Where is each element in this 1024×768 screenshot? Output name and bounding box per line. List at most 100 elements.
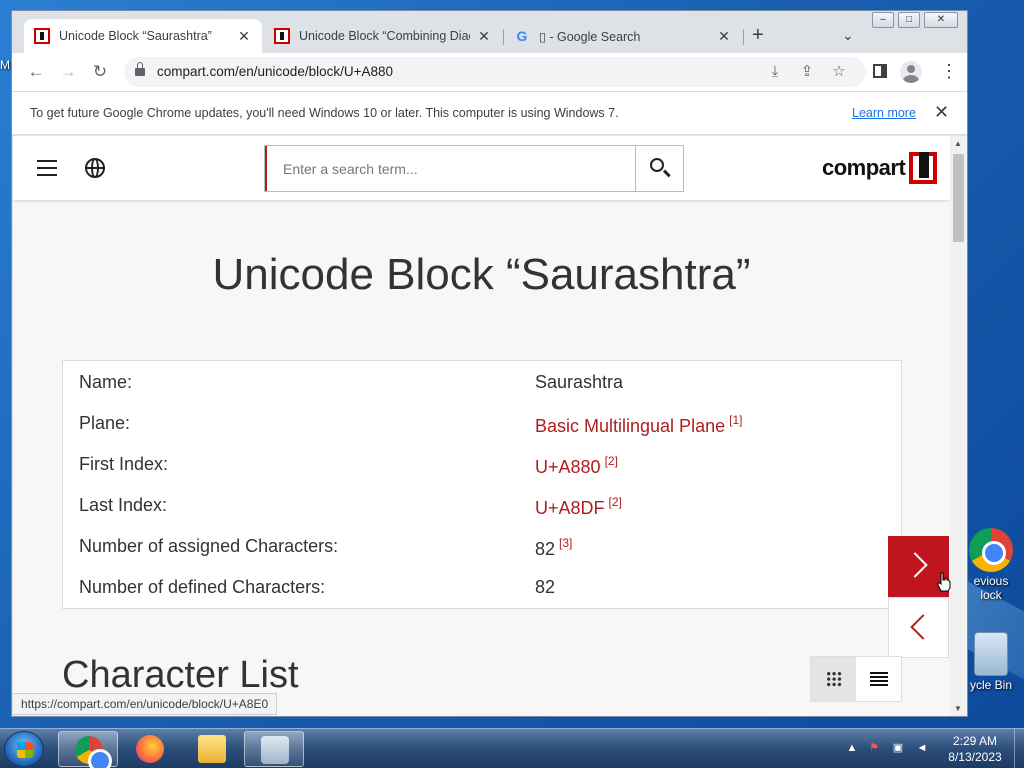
lock-icon[interactable] [135, 62, 145, 76]
scroll-up-icon[interactable]: ▲ [954, 139, 962, 148]
tray-expand-icon[interactable]: ▲ [845, 741, 859, 755]
clock-time: 2:29 AM [952, 734, 998, 748]
close-tab-icon[interactable]: ✕ [476, 28, 492, 45]
info-key: Number of defined Characters: [79, 577, 326, 597]
taskbar: ▲ ⚑ ▣ ◄ 2:29 AM 8/13/2023 [0, 728, 1024, 768]
new-tab-button[interactable]: + [752, 25, 764, 45]
start-button[interactable] [4, 731, 44, 767]
network-icon[interactable]: ▣ [891, 741, 905, 755]
taskbar-chrome[interactable] [58, 731, 118, 768]
profile-avatar-icon[interactable] [900, 61, 922, 83]
info-value: 82 [3] [535, 536, 573, 559]
browser-toolbar: ← → ↻ compart.com/en/unicode/block/U+A88… [12, 53, 967, 91]
action-center-icon[interactable]: ⚑ [867, 741, 881, 755]
desktop-edge-label: M [0, 58, 10, 72]
info-value: 82 [535, 577, 556, 597]
install-app-icon[interactable]: ⤓ [766, 63, 784, 81]
info-row-defined-count: Number of defined Characters: 82 [79, 577, 879, 607]
tab-title: Unicode Block “Saurashtra” [59, 29, 212, 43]
info-key: Number of assigned Characters: [79, 536, 339, 556]
minimize-button[interactable]: – [872, 12, 894, 28]
block-info-table: Name: Saurashtra Plane: Basic Multilingu… [62, 360, 902, 609]
site-search [264, 145, 684, 192]
address-bar[interactable]: compart.com/en/unicode/block/U+A880 ⤓ ⇪ … [124, 57, 866, 87]
info-row-last-index: Last Index: U+A8DF [2] [79, 495, 879, 525]
update-infobar: To get future Google Chrome updates, you… [12, 91, 967, 135]
forward-arrow-icon[interactable]: → [56, 61, 80, 83]
tab-combining-diacritical[interactable]: Unicode Block “Combining Diacr ✕ [264, 19, 502, 53]
chrome-icon [969, 528, 1013, 572]
character-list-heading: Character List [62, 654, 299, 696]
page-title: Unicode Block “Saurashtra” [212, 250, 751, 299]
hamburger-menu-icon[interactable] [37, 160, 57, 176]
list-view-button[interactable] [856, 657, 901, 701]
reload-icon[interactable]: ↻ [88, 61, 112, 83]
share-icon[interactable]: ⇪ [798, 63, 816, 81]
volume-muted-icon[interactable]: ◄ [915, 741, 929, 755]
scroll-thumb[interactable] [953, 154, 964, 242]
google-favicon-icon: G [516, 28, 528, 44]
maximize-button[interactable]: □ [898, 12, 920, 28]
taskbar-file-explorer[interactable] [182, 731, 242, 767]
logo-wordmark: compart [822, 155, 906, 180]
page-scrollbar[interactable]: ▲ ▼ [950, 136, 967, 716]
grid-icon [826, 671, 842, 687]
tab-title: ▯ - Google Search [539, 29, 641, 44]
footnote-ref[interactable]: [3] [559, 536, 572, 550]
tab-search-chevron-icon[interactable]: ⌄ [842, 27, 854, 44]
info-row-name: Name: Saurashtra [79, 372, 879, 402]
footnote-ref[interactable]: [2] [609, 495, 622, 509]
info-row-plane: Plane: Basic Multilingual Plane [1] [79, 413, 879, 443]
info-value-link[interactable]: U+A8DF [2] [535, 495, 622, 519]
clock[interactable]: 2:29 AM 8/13/2023 [940, 733, 1010, 765]
compart-logo[interactable]: compart [822, 148, 938, 188]
info-key: First Index: [79, 454, 169, 474]
page-viewport: compart Unicode Block “Saurashtra” Name:… [13, 136, 950, 716]
menu-kebab-icon[interactable]: ⋮ [940, 62, 958, 80]
back-arrow-icon[interactable]: ← [24, 61, 48, 83]
clock-date: 8/13/2023 [948, 750, 1002, 764]
tab-separator [743, 29, 744, 45]
close-tab-icon[interactable]: ✕ [716, 28, 732, 45]
site-header: compart [13, 136, 950, 200]
bookmark-star-icon[interactable]: ☆ [830, 63, 848, 81]
taskbar-lambda-app[interactable] [244, 731, 304, 767]
close-window-button[interactable]: ✕ [924, 12, 958, 28]
info-value-link[interactable]: U+A880 [2] [535, 454, 618, 478]
search-input[interactable] [265, 146, 635, 191]
grid-view-button[interactable] [811, 657, 856, 701]
footnote-ref[interactable]: [1] [729, 413, 742, 427]
info-value: Saurashtra [535, 372, 624, 392]
info-key: Plane: [79, 413, 131, 433]
previous-block-button[interactable] [888, 597, 949, 658]
list-icon [870, 672, 888, 686]
info-value-link[interactable]: Basic Multilingual Plane [1] [535, 413, 742, 437]
search-button[interactable] [635, 146, 683, 191]
info-key: Name: [79, 372, 133, 392]
tab-strip: Unicode Block “Saurashtra” ✕ Unicode Blo… [12, 11, 967, 53]
scroll-down-icon[interactable]: ▼ [954, 704, 962, 713]
url-text[interactable]: compart.com/en/unicode/block/U+A880 [157, 64, 393, 79]
close-infobar-icon[interactable]: ✕ [934, 102, 949, 123]
folder-icon [198, 735, 226, 763]
link-status-bubble: https://compart.com/en/unicode/block/U+A… [13, 693, 278, 715]
tab-google-search[interactable]: G ▯ - Google Search ✕ [504, 19, 742, 53]
compart-favicon-icon [34, 28, 50, 44]
tab-saurashtra[interactable]: Unicode Block “Saurashtra” ✕ [24, 19, 262, 53]
logo-mark-icon [909, 152, 938, 184]
compart-favicon-icon [274, 28, 290, 44]
close-tab-icon[interactable]: ✕ [236, 28, 252, 45]
browser-window: Unicode Block “Saurashtra” ✕ Unicode Blo… [11, 10, 968, 717]
recycle-bin-icon [974, 632, 1008, 676]
infobar-message: To get future Google Chrome updates, you… [30, 106, 619, 120]
learn-more-link[interactable]: Learn more [852, 106, 916, 120]
firefox-icon [136, 735, 164, 763]
show-desktop-button[interactable] [1014, 729, 1024, 768]
search-icon [650, 158, 664, 172]
side-panel-icon[interactable] [873, 64, 887, 78]
footnote-ref[interactable]: [2] [605, 454, 618, 468]
taskbar-firefox[interactable] [120, 731, 180, 767]
globe-language-icon[interactable] [85, 158, 105, 178]
lambda-app-icon [261, 736, 289, 764]
tab-title: Unicode Block “Combining Diacr [299, 29, 470, 43]
